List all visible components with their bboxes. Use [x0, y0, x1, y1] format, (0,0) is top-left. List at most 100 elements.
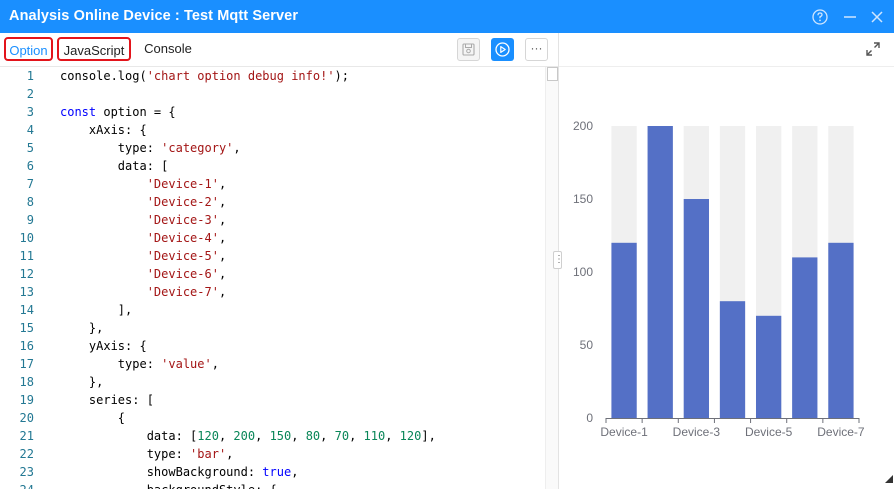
code-text: 'Device-7',: [146, 285, 227, 299]
save-button[interactable]: [457, 38, 480, 61]
code-line: 15 },: [0, 319, 545, 337]
line-number: 2: [26, 87, 34, 101]
code-line: 24 backgroundStyle: {: [0, 481, 545, 489]
code-text: },: [60, 321, 104, 335]
run-button[interactable]: [491, 38, 514, 61]
line-number: 21: [19, 429, 34, 443]
code-line: 7 'Device-1',: [0, 175, 545, 193]
play-icon: [495, 42, 510, 57]
code-line: 6 data: [: [0, 157, 545, 175]
window-title: Analysis Online Device : Test Mqtt Serve…: [9, 8, 299, 24]
editor-scrollbar[interactable]: [545, 67, 558, 489]
code-line: 21 data: [120, 200, 150, 80, 70, 110, 12…: [0, 427, 545, 445]
code-text: {: [60, 411, 126, 425]
code-text: data: [: [60, 159, 169, 173]
code-text: 'Device-1',: [146, 177, 227, 191]
tab-javascript[interactable]: JavaScript: [57, 37, 131, 61]
line-number: 9: [26, 213, 34, 227]
line-number: 15: [19, 321, 34, 335]
line-number: 16: [19, 339, 34, 353]
bar-chart: 0 50 100 150 200 Device-1 Device-3 Device-5 Devi…: [573, 119, 865, 439]
x-tick-label: Device-5: [745, 425, 793, 439]
line-number: 20: [19, 411, 34, 425]
code-text: xAxis: {: [60, 123, 147, 137]
code-line: 14 ],: [0, 301, 545, 319]
line-number: 11: [19, 249, 34, 263]
code-line: 19 series: [: [0, 391, 545, 409]
code-text: backgroundStyle: {: [60, 481, 277, 489]
code-line: 17 type: 'value',: [0, 355, 545, 373]
minimize-icon[interactable]: [840, 7, 860, 27]
help-icon[interactable]: [810, 7, 830, 27]
more-options-button[interactable]: ···: [525, 38, 548, 61]
line-number: 22: [19, 447, 34, 461]
code-text: 'Device-4',: [146, 231, 227, 245]
y-tick-label: 100: [573, 265, 593, 279]
title-bar: Analysis Online Device : Test Mqtt Serve…: [0, 0, 894, 33]
line-number: 5: [26, 141, 34, 155]
save-icon: [462, 43, 475, 56]
line-number: 8: [26, 195, 34, 209]
bar: [719, 301, 746, 418]
y-tick-label: 150: [573, 192, 593, 206]
y-tick-label: 200: [573, 119, 593, 133]
code-text: type: 'bar',: [60, 447, 234, 461]
code-text: 'Device-2',: [146, 195, 227, 209]
y-tick-label: 0: [586, 411, 593, 425]
line-number: 19: [19, 393, 34, 407]
preview-pane: 0 50 100 150 200 Device-1 Device-3 Device-5 Devi…: [559, 33, 894, 489]
code-line: 2: [0, 85, 545, 103]
code-line: 10 'Device-4',: [0, 229, 545, 247]
code-text: },: [60, 375, 104, 389]
code-text: showBackground: true,: [60, 465, 299, 479]
code-line: 12 'Device-6',: [0, 265, 545, 283]
resize-handle-icon[interactable]: [883, 473, 893, 483]
line-number: 7: [26, 177, 34, 191]
code-line: 23 showBackground: true,: [0, 463, 545, 481]
code-line: 9 'Device-3',: [0, 211, 545, 229]
code-text: const option = {: [60, 105, 176, 119]
line-number: 12: [19, 267, 34, 281]
code-line: 13 'Device-7',: [0, 283, 545, 301]
code-text: type: 'category',: [60, 141, 241, 155]
line-number: 3: [26, 105, 34, 119]
code-line: 5 type: 'category',: [0, 139, 545, 157]
line-number: 18: [19, 375, 34, 389]
more-icon: ···: [530, 41, 543, 55]
code-editor[interactable]: 1 console.log('chart option debug info!')…: [0, 67, 558, 489]
line-number: 6: [26, 159, 34, 173]
bar: [755, 315, 782, 418]
tab-option[interactable]: Option: [4, 37, 53, 61]
expand-icon[interactable]: [865, 41, 881, 57]
bar: [647, 126, 673, 418]
line-number: 13: [19, 285, 34, 299]
code-text: yAxis: {: [60, 339, 147, 353]
editor-scrollbar-thumb[interactable]: [547, 67, 558, 81]
code-line: 20 {: [0, 409, 545, 427]
close-icon[interactable]: [867, 7, 887, 27]
code-text: series: [: [60, 393, 154, 407]
y-tick-label: 50: [580, 338, 594, 352]
editor-tab-bar: Option JavaScript Console ···: [0, 33, 558, 67]
line-number: 17: [19, 357, 34, 371]
line-number: 10: [19, 231, 34, 245]
code-line: 11 'Device-5',: [0, 247, 545, 265]
code-line: 18 },: [0, 373, 545, 391]
code-line: 16 yAxis: {: [0, 337, 545, 355]
editor-pane: Option JavaScript Console ··· 1 console.l…: [0, 33, 559, 489]
tab-console[interactable]: Console: [138, 37, 198, 61]
code-text: console.log('chart option debug info!');: [60, 69, 349, 83]
code-text: data: [120, 200, 150, 80, 70, 110, 120],: [60, 429, 436, 443]
code-text: type: 'value',: [60, 357, 219, 371]
line-number: 23: [19, 465, 34, 479]
line-number: 14: [19, 303, 34, 317]
code-line: 4 xAxis: {: [0, 121, 545, 139]
x-tick-label: Device-3: [673, 425, 721, 439]
code-line: 3 const option = {: [0, 103, 545, 121]
code-line: 1 console.log('chart option debug info!')…: [0, 67, 545, 85]
code-text: 'Device-3',: [146, 213, 227, 227]
x-tick-label: Device-7: [817, 425, 865, 439]
bar: [828, 242, 854, 418]
bar: [683, 199, 710, 418]
code-text: 'Device-6',: [146, 267, 227, 281]
